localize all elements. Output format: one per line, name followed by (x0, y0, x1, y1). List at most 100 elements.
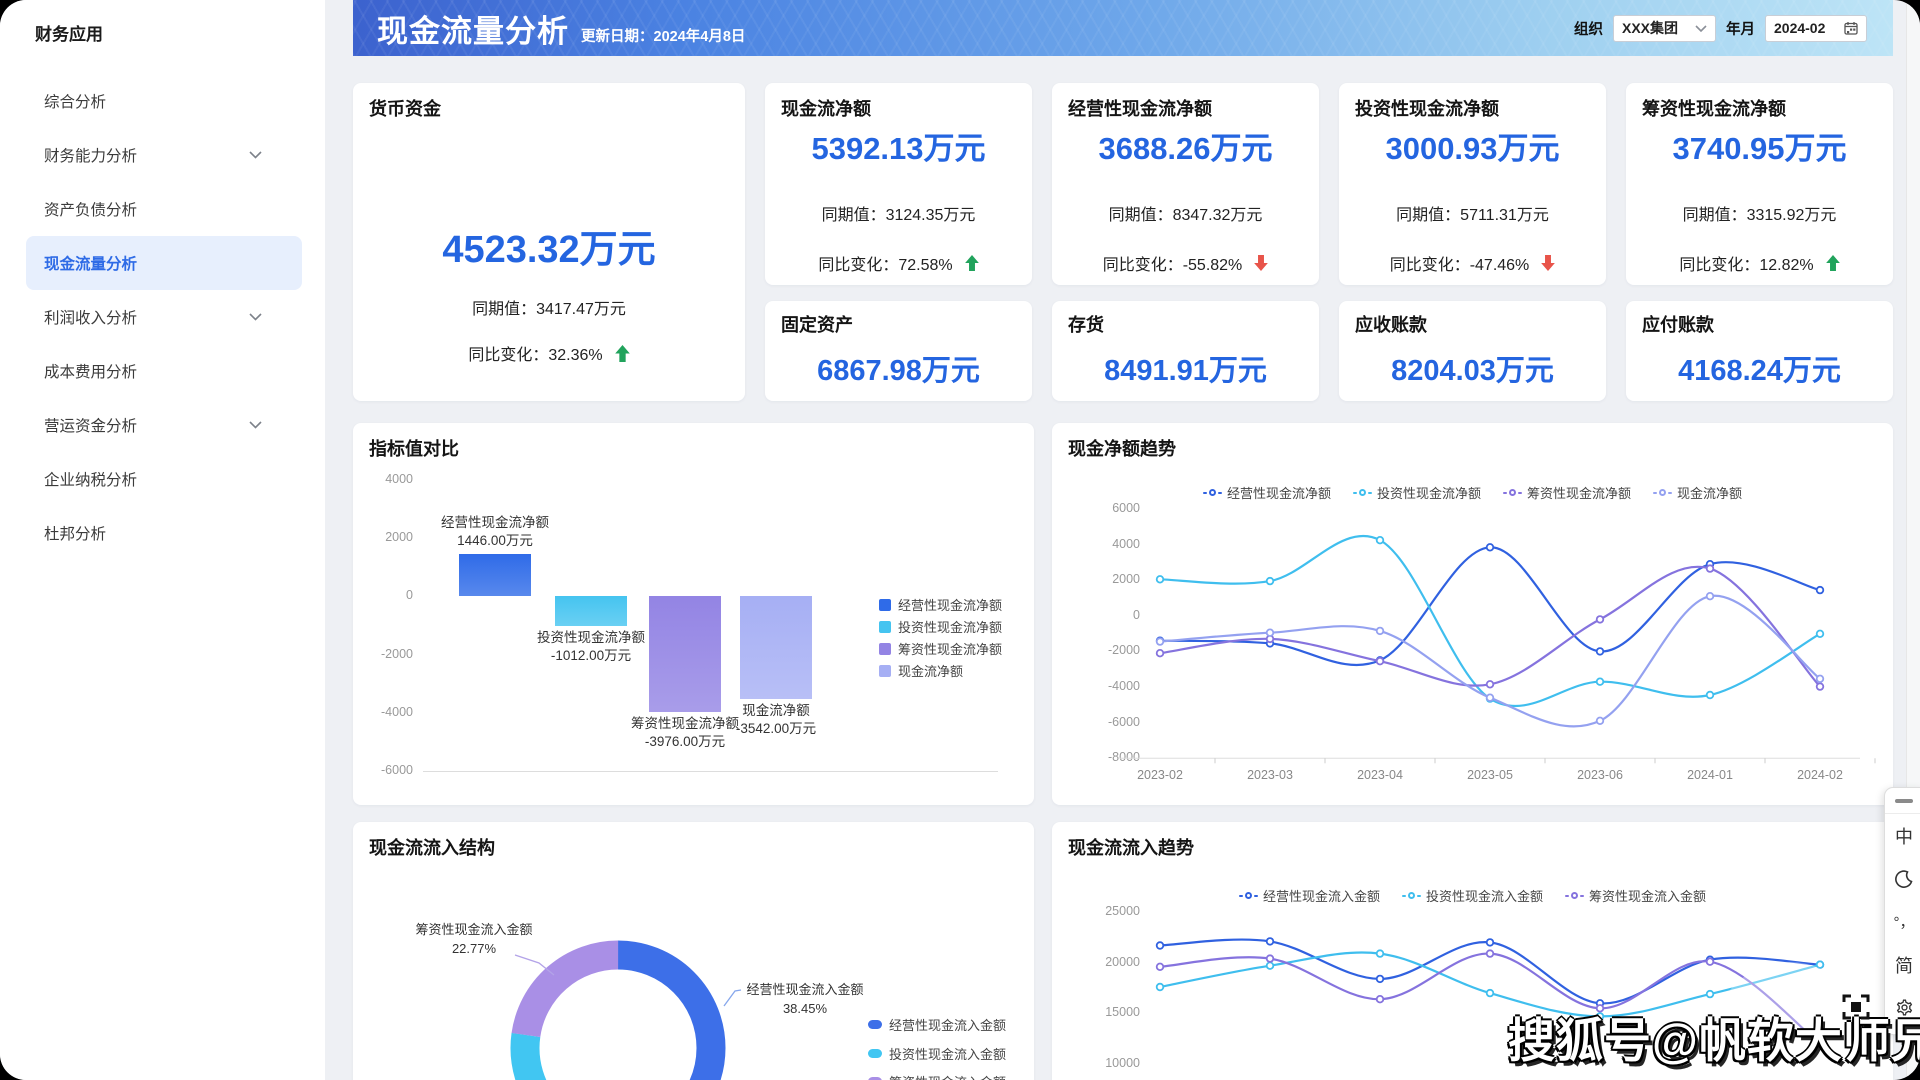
sidebar: 财务应用 综合分析财务能力分析资产负债分析现金流量分析 利润收入分析成本费用分析营… (0, 0, 325, 1080)
kpi-value: 3740.95万元 (1672, 131, 1847, 166)
sidebar-item-7[interactable]: 营运资金分析 (26, 398, 302, 452)
org-label: 组织 (1574, 21, 1603, 38)
toolbar-collapse-button[interactable] (1885, 788, 1920, 814)
sidebar-item-6[interactable]: 成本费用分析 (26, 344, 302, 398)
pinyin-tone-icon[interactable]: °， (1885, 900, 1920, 943)
arrow-up-icon (964, 255, 979, 271)
page-title: 现金流量分析 (377, 13, 569, 49)
donut-callout-financing: 筹资性现金流入金额 22.77% (415, 922, 533, 956)
sidebar-item-2[interactable]: 财务能力分析 (26, 128, 302, 182)
sidebar-item-9[interactable]: 杜邦分析 (26, 506, 302, 560)
floating-toolbar: 中 °，简 (1884, 787, 1920, 1035)
y-tick-label: -6000 (381, 763, 413, 777)
x-tick-label: 2023-03 (1247, 768, 1293, 782)
legend-item[interactable]: 经营性现金流入金额 (868, 1015, 1006, 1034)
kpi-value: 3688.26万元 (1098, 131, 1273, 166)
kpi-title: 货币资金 (369, 99, 441, 119)
period-picker[interactable]: 2024-02 (1765, 14, 1867, 42)
donut-callout-operating: 经营性现金流入金额 38.45% (746, 982, 864, 1016)
kpi-prev-value: 同期值：3124.35万元 (821, 207, 976, 224)
legend-marker (879, 664, 891, 677)
x-tick-label: 2023-05 (1467, 768, 1513, 782)
inflow-structure-card: 现金流流入结构 筹资性现金流入金额 22.77% 经营性现金流入金额 38.45% 经营… (353, 822, 1034, 1080)
legend-marker (868, 1049, 882, 1058)
sidebar-item-label: 企业纳税分析 (44, 472, 138, 489)
sidebar-item-8[interactable]: 企业纳税分析 (26, 452, 302, 506)
legend-item[interactable]: 经营性现金流净额 (879, 595, 1002, 614)
bar-3[interactable] (649, 596, 721, 713)
org-select-value: XXX集团 (1622, 20, 1679, 36)
y-tick-label: -4000 (381, 704, 413, 719)
sidebar-item-5[interactable]: 利润收入分析 (26, 290, 302, 344)
arrow-up-icon (1825, 255, 1840, 271)
kpi-title: 经营性现金流净额 (1068, 99, 1212, 119)
net-trend-plot: 经营性现金流净额 投资性现金流净额 筹资性现金流净额 现金流净额 6000 4000 200… (1052, 423, 1893, 805)
kpi-change: 同比变化：-55.82% (1052, 251, 1319, 275)
sidebar-item-1[interactable]: 综合分析 (26, 74, 302, 128)
kpi-title: 现金流净额 (781, 99, 871, 119)
period-picker-value: 2024-02 (1774, 20, 1826, 36)
kpi-card-small-2: 存货 8491.91万元 (1052, 301, 1319, 401)
kpi-change: 同比变化：12.82% (1626, 251, 1893, 275)
x-tick-label: 2024-01 (1687, 768, 1733, 782)
bar-chart-card: 指标值对比 4000 2000 0 -2000 -4000 -6000 经营性现金流净额 14… (353, 423, 1034, 805)
sidebar-menu: 综合分析财务能力分析资产负债分析现金流量分析 利润收入分析成本费用分析营运资金分析… (0, 74, 325, 560)
legend-item[interactable]: 投资性现金流净额 (879, 617, 1002, 636)
lang-chinese-icon[interactable]: 中 (1885, 814, 1920, 857)
calendar-icon (1844, 22, 1858, 35)
legend-item[interactable]: 投资性现金流入金额 (868, 1044, 1006, 1063)
bar-1[interactable] (459, 554, 531, 597)
sidebar-item-3[interactable]: 资产负债分析 (26, 182, 302, 236)
legend-item[interactable]: 现金流净额 (879, 661, 963, 680)
x-tick-label: 2023-04 (1357, 768, 1403, 782)
arrow-down-icon (1254, 255, 1269, 271)
legend-item[interactable]: 筹资性现金流净额 (879, 639, 1002, 658)
kpi-prev-value: 同期值：5711.31万元 (1396, 207, 1549, 224)
kpi-title: 应收账款 (1355, 315, 1427, 335)
legend-marker (879, 598, 891, 611)
bar-value-label: 筹资性现金流净额 -3976.00万元 (631, 716, 739, 750)
kpi-change: 同比变化：32.36% (353, 341, 745, 365)
bar-value-label: 投资性现金流净额 -1012.00万元 (537, 629, 645, 663)
bar-chart-plot: 4000 2000 0 -2000 -4000 -6000 经营性现金流净额 1446.00万… (353, 423, 1034, 805)
kpi-title: 固定资产 (781, 315, 853, 335)
arrow-down-icon (1541, 255, 1556, 271)
kpi-prev-value: 同期值：8347.32万元 (1108, 207, 1263, 224)
kpi-title: 投资性现金流净额 (1355, 99, 1499, 119)
screenshot-icon[interactable] (1842, 993, 1870, 1021)
kpi-prev-value: 同期值：3315.92万元 (1682, 207, 1837, 224)
net-trend-chart-card: 现金净额趋势 经营性现金流净额 投资性现金流净额 筹资性现金流净额 现金流净额 6000… (1052, 423, 1893, 805)
watermark-text: 搜狐号@帆软大师兄 (1508, 1014, 1920, 1067)
legend-marker (879, 642, 891, 655)
bar-2[interactable] (555, 596, 627, 626)
sidebar-item-label: 营运资金分析 (44, 418, 138, 435)
kpi-value: 4168.24万元 (1678, 355, 1841, 387)
sidebar-item-4[interactable]: 现金流量分析 (26, 236, 302, 290)
simplified-chinese-icon[interactable]: 简 (1885, 943, 1920, 986)
sidebar-item-label: 现金流量分析 (44, 256, 138, 273)
legend-item[interactable]: 筹资性现金流入金额 (868, 1072, 1006, 1080)
sidebar-item-label: 财务能力分析 (44, 148, 138, 165)
line-chart-canvas (1120, 534, 1876, 764)
kpi-card-4: 筹资性现金流净额 3740.95万元 同期值：3315.92万元 同比变化：12.82… (1626, 83, 1893, 285)
app-title: 财务应用 (35, 25, 103, 44)
page-header-banner: 现金流量分析 更新日期：2024年4月8日 组织 XXX集团 年月 2024-0… (353, 0, 1893, 56)
bar-4[interactable] (740, 596, 812, 700)
inflow-structure-plot: 筹资性现金流入金额 22.77% 经营性现金流入金额 38.45% 经营性现金流入金额投… (353, 822, 1034, 1080)
kpi-value: 8491.91万元 (1104, 355, 1267, 387)
kpi-card-3: 投资性现金流净额 3000.93万元 同期值：5711.31万元 同比变化：-47.4… (1339, 83, 1606, 285)
kpi-value: 4523.32万元 (442, 229, 656, 271)
y-tick-label: 2000 (385, 530, 413, 545)
legend-marker (879, 620, 891, 633)
bar-value-label: 经营性现金流净额 1446.00万元 (441, 515, 549, 549)
org-select[interactable]: XXX集团 (1613, 14, 1716, 42)
arrow-up-icon (614, 344, 630, 362)
sidebar-item-label: 利润收入分析 (44, 310, 138, 327)
kpi-card-small-4: 应付账款 4168.24万元 (1626, 301, 1893, 401)
x-axis-line (423, 771, 998, 772)
x-tick-label: 2023-02 (1137, 768, 1183, 782)
update-date: 更新日期：2024年4月8日 (581, 28, 746, 45)
dark-mode-moon-icon[interactable] (1885, 857, 1920, 900)
sidebar-item-label: 综合分析 (44, 94, 107, 111)
legend-marker (868, 1020, 882, 1029)
